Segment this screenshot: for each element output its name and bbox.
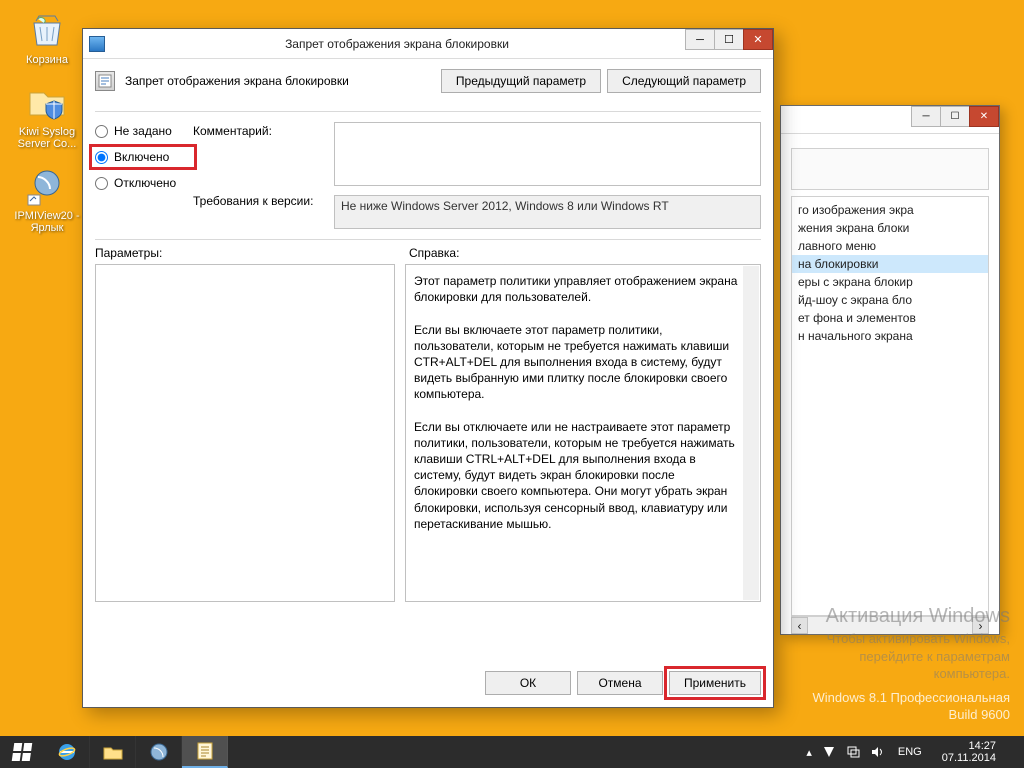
network-icon[interactable] — [846, 745, 860, 759]
help-text: Этот параметр политики управляет отображ… — [414, 274, 741, 531]
activation-watermark: Активация Windows Чтобы активировать Win… — [813, 603, 1010, 724]
comment-label: Комментарий: — [193, 124, 328, 194]
scrollbar[interactable] — [743, 197, 759, 227]
divider — [95, 239, 761, 240]
desktop-icon-ipmiview[interactable]: IPMIView20 - Ярлык — [8, 164, 86, 234]
recycle-bin-icon — [23, 8, 71, 52]
bg-titlebar: ─ ☐ ✕ — [781, 106, 999, 134]
list-item[interactable]: лавного меню — [792, 237, 988, 255]
desktop-icon-recycle-bin[interactable]: Корзина — [8, 8, 86, 66]
watermark-build: Build 9600 — [813, 706, 1010, 724]
minimize-button[interactable]: ─ — [685, 29, 715, 50]
desktop-icon-label: Kiwi Syslog Server Co... — [8, 126, 86, 150]
requirement-text: Не ниже Windows Server 2012, Windows 8 и… — [341, 199, 669, 213]
desktop-icons: Корзина Kiwi Syslog Server Co... IPMIVie… — [8, 8, 86, 248]
parameters-panel — [95, 264, 395, 602]
requirement-label: Требования к версии: — [193, 194, 328, 208]
list-item[interactable]: ет фона и элементов — [792, 309, 988, 327]
close-button[interactable]: ✕ — [969, 106, 999, 127]
language-indicator[interactable]: ENG — [894, 746, 926, 758]
radio-enabled[interactable]: Включено — [93, 148, 193, 166]
taskbar-item-gpedit[interactable] — [182, 736, 228, 768]
divider — [95, 111, 761, 112]
clock-time: 14:27 — [942, 740, 996, 752]
ie-icon — [56, 741, 78, 763]
radio-input[interactable] — [95, 125, 108, 138]
next-setting-button[interactable]: Следующий параметр — [607, 69, 761, 93]
app-icon — [148, 741, 170, 763]
windows-logo-icon — [12, 743, 33, 761]
watermark-line: компьютера. — [813, 665, 1010, 683]
header-text: Запрет отображения экрана блокировки — [125, 74, 431, 88]
desktop-icon-label: Корзина — [8, 54, 86, 66]
list-item[interactable]: жения экрана блоки — [792, 219, 988, 237]
titlebar[interactable]: Запрет отображения экрана блокировки ─ ☐… — [83, 29, 773, 59]
policy-icon — [95, 71, 115, 91]
system-tray: ▴ ENG 14:27 07.11.2014 — [796, 736, 1024, 768]
watermark-title: Активация Windows — [813, 603, 1010, 630]
comment-textarea[interactable] — [334, 122, 761, 186]
taskbar-item-explorer[interactable] — [90, 736, 136, 768]
tray-overflow-icon[interactable]: ▴ — [806, 746, 812, 759]
close-button[interactable]: ✕ — [743, 29, 773, 50]
radio-label: Не задано — [114, 124, 172, 138]
list-item[interactable]: еры с экрана блокир — [792, 273, 988, 291]
prev-setting-button[interactable]: Предыдущий параметр — [441, 69, 601, 93]
bg-body: го изображения экра жения экрана блоки л… — [781, 134, 999, 644]
minimize-button[interactable]: ─ — [911, 106, 941, 127]
list-item[interactable]: йд-шоу с экрана бло — [792, 291, 988, 309]
cancel-button[interactable]: Отмена — [577, 671, 663, 695]
folder-shield-icon — [23, 80, 71, 124]
ok-button[interactable]: ОК — [485, 671, 571, 695]
radio-label: Отключено — [114, 176, 176, 190]
scrollbar[interactable] — [743, 266, 759, 600]
action-center-icon[interactable] — [822, 745, 836, 759]
background-window[interactable]: ─ ☐ ✕ го изображения экра жения экрана б… — [780, 105, 1000, 635]
scroll-left-icon[interactable]: ‹ — [791, 617, 808, 634]
watermark-line: перейдите к параметрам — [813, 648, 1010, 666]
document-icon — [194, 740, 216, 762]
apply-button[interactable]: Применить — [669, 671, 761, 695]
list-item[interactable]: на блокировки — [792, 255, 988, 273]
help-label: Справка: — [405, 246, 459, 260]
requirement-box: Не ниже Windows Server 2012, Windows 8 и… — [334, 195, 761, 229]
maximize-button[interactable]: ☐ — [714, 29, 744, 50]
desktop-icon-kiwi-syslog[interactable]: Kiwi Syslog Server Co... — [8, 80, 86, 150]
clock[interactable]: 14:27 07.11.2014 — [936, 740, 1002, 764]
footer-buttons: ОК Отмена Применить — [83, 657, 773, 707]
radio-input[interactable] — [95, 151, 108, 164]
clock-date: 07.11.2014 — [942, 752, 996, 764]
parameters-label: Параметры: — [95, 246, 395, 260]
folder-icon — [102, 741, 124, 763]
taskbar: ▴ ENG 14:27 07.11.2014 — [0, 736, 1024, 768]
policy-dialog: Запрет отображения экрана блокировки ─ ☐… — [82, 28, 774, 708]
list-item[interactable]: го изображения экра — [792, 201, 988, 219]
radio-disabled[interactable]: Отключено — [95, 176, 187, 190]
taskbar-item-ipmiview[interactable] — [136, 736, 182, 768]
header-row: Запрет отображения экрана блокировки Пре… — [83, 59, 773, 101]
radio-label: Включено — [114, 150, 169, 164]
list-item[interactable]: н начального экрана — [792, 327, 988, 345]
maximize-button[interactable]: ☐ — [940, 106, 970, 127]
volume-icon[interactable] — [870, 745, 884, 759]
start-button[interactable] — [0, 736, 44, 768]
taskbar-item-ie[interactable] — [44, 736, 90, 768]
desktop: Корзина Kiwi Syslog Server Co... IPMIVie… — [0, 0, 1024, 768]
radio-input[interactable] — [95, 177, 108, 190]
state-radio-group: Не задано Включено Отключено — [95, 118, 187, 190]
dialog-icon — [89, 36, 105, 52]
dialog-title: Запрет отображения экрана блокировки — [111, 37, 773, 51]
watermark-build: Windows 8.1 Профессиональная — [813, 689, 1010, 707]
policy-list[interactable]: го изображения экра жения экрана блоки л… — [791, 196, 989, 616]
radio-not-configured[interactable]: Не задано — [95, 124, 187, 138]
help-panel: Этот параметр политики управляет отображ… — [405, 264, 761, 602]
desktop-icon-label: IPMIView20 - Ярлык — [8, 210, 86, 234]
watermark-line: Чтобы активировать Windows, — [813, 630, 1010, 648]
app-shortcut-icon — [23, 164, 71, 208]
